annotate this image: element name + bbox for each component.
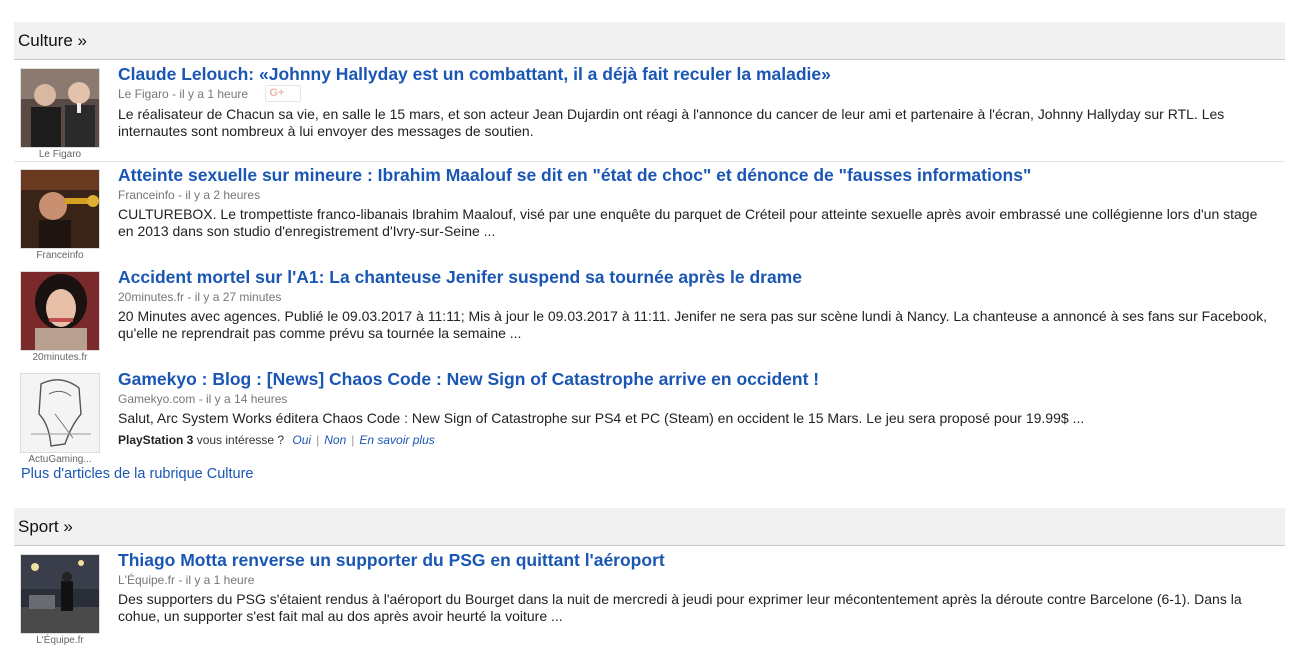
thumbnail-source: Franceinfo (36, 250, 84, 261)
article-thumbnail[interactable]: Le Figaro (20, 68, 100, 160)
thumbnail-source: ActuGaming... (28, 454, 92, 465)
interest-question: vous intéresse ? (193, 433, 285, 447)
topic-interest-prompt: PlayStation 3 vous intéresse ? Oui | Non | E… (118, 433, 1285, 447)
article-source-time: Franceinfo - il y a 2 heures (118, 188, 261, 202)
article-snippet: 20 Minutes avec agences. Publié le 09.03… (118, 308, 1267, 341)
photo-image (21, 170, 99, 248)
photo-image (21, 374, 99, 452)
interest-topic: PlayStation 3 (118, 433, 194, 447)
article-title-link[interactable]: Atteinte sexuelle sur mineure : Ibrahim … (118, 164, 1285, 186)
article-title-link[interactable]: Thiago Motta renverse un supporter du PS… (118, 549, 1285, 571)
section-title[interactable]: Sport » (18, 517, 73, 537)
article-thumbnail[interactable]: Franceinfo (20, 169, 100, 261)
interest-no-link[interactable]: Non (324, 433, 346, 447)
photo-image (21, 555, 99, 633)
article-title-link[interactable]: Claude Lelouch: «Johnny Hallyday est un … (118, 63, 1285, 85)
section-header-sport[interactable]: Sport » (14, 508, 1285, 546)
separator: | (351, 433, 355, 447)
learn-more-link[interactable]: En savoir plus (359, 433, 434, 447)
article-snippet: Le réalisateur de Chacun sa vie, en sall… (118, 106, 1225, 140)
article-source-time: L'Équipe.fr - il y a 1 heure (118, 573, 255, 587)
article-source-time: 20minutes.fr - il y a 27 minutes (118, 290, 282, 304)
article-snippet: Salut, Arc System Works éditera Chaos Co… (118, 410, 1085, 426)
divider (14, 161, 1285, 162)
more-articles-link[interactable]: Plus d'articles de la rubrique Culture (21, 466, 253, 482)
article-title-link[interactable]: Gamekyo : Blog : [News] Chaos Code : New… (118, 368, 1285, 390)
article-snippet: Des supporters du PSG s'étaient rendus à… (118, 591, 1242, 624)
section-title[interactable]: Culture » (18, 31, 87, 51)
article-thumbnail[interactable]: 20minutes.fr (20, 271, 100, 363)
google-plus-icon[interactable]: G+ (265, 85, 302, 103)
photo-image (21, 69, 99, 147)
interest-yes-link[interactable]: Oui (292, 433, 311, 447)
article-source-time: Le Figaro - il y a 1 heure (118, 87, 249, 101)
article-meta: Le Figaro - il y a 1 heure G+ (118, 85, 1285, 103)
article-thumbnail[interactable]: L'Équipe.fr (20, 554, 100, 646)
separator: | (316, 433, 320, 447)
article-title-link[interactable]: Accident mortel sur l'A1: La chanteuse J… (118, 266, 1285, 288)
article-snippet: CULTUREBOX. Le trompettiste franco-liban… (118, 206, 1258, 239)
thumbnail-source: 20minutes.fr (32, 352, 88, 363)
thumbnail-source: L'Équipe.fr (36, 635, 84, 646)
section-header-culture[interactable]: Culture » (14, 22, 1285, 60)
article-thumbnail[interactable]: ActuGaming... (20, 373, 100, 465)
article-source-time: Gamekyo.com - il y a 14 heures (118, 392, 288, 406)
photo-image (21, 272, 99, 350)
thumbnail-source: Le Figaro (38, 149, 82, 160)
